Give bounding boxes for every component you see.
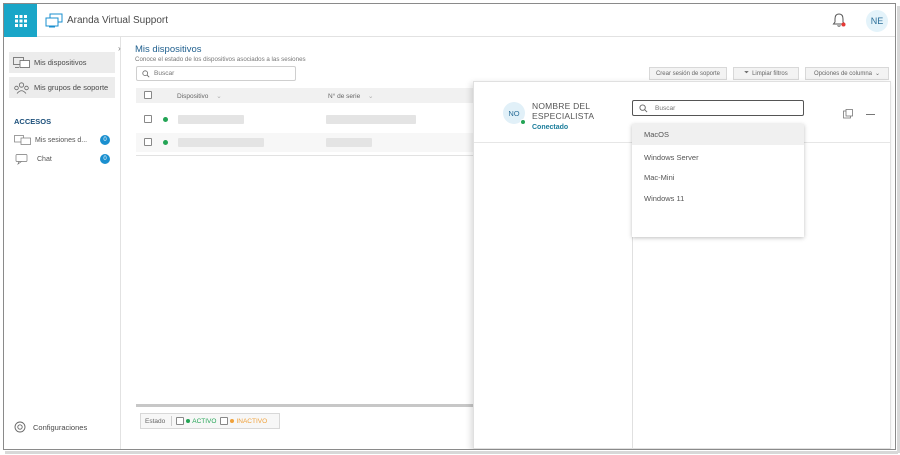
access-item-sessions[interactable]: Mis sesiones d... 0	[14, 133, 114, 147]
table-row[interactable]	[136, 110, 476, 129]
inactive-dot	[230, 419, 235, 423]
os-dropdown-list: MacOS Windows Server Mac-Mini Windows 11	[632, 124, 804, 237]
clear-filters-label: Limpiar filtros	[752, 70, 788, 77]
devices-icon	[13, 56, 30, 68]
search-icon	[142, 69, 150, 77]
clear-filters-button[interactable]: ⏷ Limpiar filtros	[733, 67, 799, 80]
active-dot	[186, 419, 191, 423]
column-label: N° de serie	[328, 93, 361, 100]
grid-icon	[14, 14, 27, 27]
sidebar: Mis dispositivos Mis grupos de soporte A…	[4, 37, 121, 449]
search-icon	[639, 103, 648, 112]
gear-icon	[14, 421, 26, 433]
accesos-heading: ACCESOS	[14, 117, 52, 126]
settings-label: Configuraciones	[33, 422, 88, 432]
specialist-avatar: NO	[503, 102, 526, 125]
brand-logo-icon	[45, 13, 63, 28]
search-input[interactable]	[154, 70, 284, 77]
horizontal-scrollbar[interactable]	[136, 404, 476, 407]
filter-icon: ⏷	[744, 70, 750, 76]
count-badge: 0	[100, 154, 110, 164]
select-all-checkbox[interactable]	[144, 91, 152, 99]
os-search-input[interactable]	[655, 104, 795, 112]
count-badge: 0	[100, 135, 110, 145]
column-header-device[interactable]: Dispositivo ⌄	[177, 92, 222, 100]
app-launcher-button[interactable]	[4, 4, 37, 37]
specialist-status: Conectado	[532, 124, 569, 131]
table-row[interactable]	[136, 133, 476, 152]
access-item-label: Chat	[37, 155, 52, 163]
dropdown-option[interactable]: Windows Server	[632, 147, 804, 168]
sidebar-item-label: Mis dispositivos	[34, 58, 87, 67]
popout-window-icon[interactable]	[843, 109, 853, 119]
sessions-icon	[14, 134, 31, 145]
column-header-serial[interactable]: N° de serie ⌄	[328, 92, 374, 100]
column-label: Dispositivo	[177, 93, 209, 100]
panel-controls	[843, 109, 875, 119]
inactive-label: INACTIVO	[236, 417, 268, 425]
serial-redacted	[326, 138, 372, 147]
window-shadow	[5, 451, 898, 454]
column-options-label: Opciones de columna	[813, 70, 872, 77]
chat-icon	[15, 153, 28, 165]
device-search	[136, 66, 296, 81]
status-dot	[163, 140, 168, 145]
active-label: ACTIVO	[192, 417, 217, 425]
sort-chevron-icon: ⌄	[216, 93, 222, 100]
status-legend: Estado ACTIVO INACTIVO	[140, 413, 280, 429]
collapse-sidebar-chevron-icon[interactable]: ›	[118, 44, 126, 54]
minimize-icon[interactable]	[866, 113, 875, 115]
access-item-label: Mis sesiones d...	[35, 136, 88, 144]
app-title: Aranda Virtual Support	[67, 15, 168, 26]
table-header: Dispositivo ⌄ N° de serie ⌄	[136, 88, 476, 103]
row-checkbox[interactable]	[144, 138, 152, 146]
device-name-redacted	[178, 138, 264, 147]
sort-chevron-icon: ⌄	[368, 93, 374, 100]
legend-label: Estado	[145, 417, 166, 425]
top-bar: Aranda Virtual Support NE	[4, 4, 895, 37]
active-filter-checkbox[interactable]	[176, 417, 185, 425]
os-search	[632, 100, 804, 116]
page-title: Mis dispositivos	[135, 44, 202, 55]
support-groups-icon	[14, 81, 29, 94]
inactive-filter-checkbox[interactable]	[220, 417, 229, 425]
row-checkbox[interactable]	[144, 115, 152, 123]
sidebar-item-devices[interactable]: Mis dispositivos	[9, 52, 115, 73]
settings-link[interactable]: Configuraciones	[14, 421, 87, 433]
access-item-chat[interactable]: Chat 0	[14, 152, 114, 166]
user-avatar[interactable]: NE	[866, 10, 888, 32]
avatar-initials: NO	[508, 108, 520, 118]
column-options-button[interactable]: Opciones de columna ⌄	[805, 67, 889, 80]
dropdown-option[interactable]: Windows 11	[632, 188, 804, 209]
create-session-button[interactable]: Crear sesión de soporte	[649, 67, 727, 80]
sidebar-item-label: Mis grupos de soporte	[34, 83, 109, 92]
app-window: Aranda Virtual Support NE Mis dispositiv…	[3, 3, 896, 450]
status-dot	[163, 117, 168, 122]
chevron-down-icon: ⌄	[875, 71, 881, 77]
device-name-redacted	[178, 115, 244, 124]
legend-divider	[171, 416, 173, 426]
online-status-dot	[520, 119, 526, 125]
table-divider	[136, 155, 476, 156]
notification-bell-icon[interactable]	[832, 12, 846, 28]
sidebar-item-support-groups[interactable]: Mis grupos de soporte	[9, 77, 115, 98]
dropdown-option[interactable]: Mac-Mini	[632, 167, 804, 188]
specialist-name: NOMBRE DEL ESPECIALISTA	[532, 101, 595, 121]
page-subtitle: Conoce el estado de los dispositivos aso…	[135, 56, 306, 63]
serial-redacted	[326, 115, 416, 124]
dropdown-option[interactable]: MacOS	[632, 124, 804, 145]
